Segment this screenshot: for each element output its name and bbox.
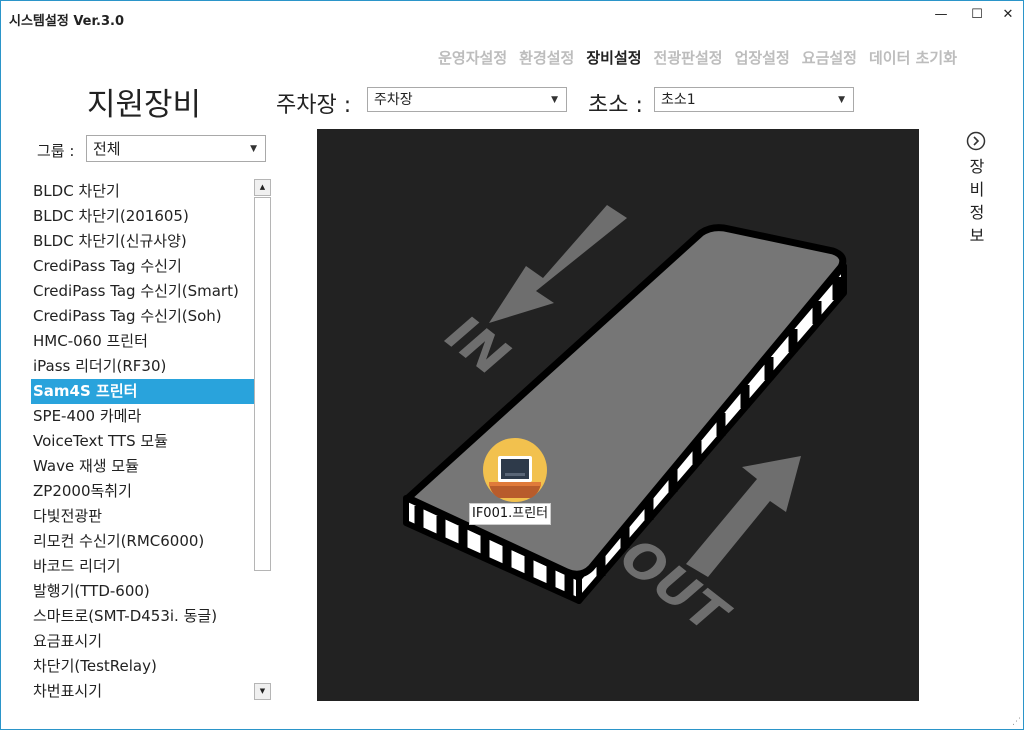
device-list-item[interactable]: BLDC 차단기(201605)	[31, 204, 254, 229]
page-title: 지원장비	[87, 87, 202, 123]
device-list-item[interactable]: ZP2000독취기	[31, 479, 254, 504]
menu-device-settings[interactable]: 장비설정	[586, 47, 641, 68]
app-window: 시스템설정 Ver.3.0 — ☐ ✕ 운영자설정 환경설정 장비설정 전광판설…	[0, 0, 1024, 730]
booth-select[interactable]: 초소1 ▼	[654, 87, 854, 112]
parking-label: 주차장 :	[276, 93, 352, 118]
scroll-down-button[interactable]: ▼	[254, 683, 271, 700]
out-arrow-icon	[686, 456, 801, 577]
device-info-char: 비	[969, 180, 985, 199]
menu-display-board-settings[interactable]: 전광판설정	[654, 47, 723, 68]
device-list-item[interactable]: 차번표시기	[31, 679, 254, 699]
device-list-item[interactable]: CrediPass Tag 수신기(Soh)	[31, 304, 254, 329]
scroll-up-button[interactable]: ▲	[254, 179, 271, 196]
booth-label: 초소 :	[588, 93, 643, 118]
printer-device[interactable]	[483, 438, 547, 502]
device-list: BLDC 차단기 BLDC 차단기(201605) BLDC 차단기(신규사양) Cr…	[31, 179, 254, 699]
device-info-char: 정	[969, 203, 985, 222]
device-list-item[interactable]: 바코드 리더기	[31, 554, 254, 579]
menu-data-reset[interactable]: 데이터 초기화	[869, 47, 957, 68]
window-title: 시스템설정 Ver.3.0	[9, 14, 125, 29]
device-layout-canvas: IN OUT IF001.프린터	[317, 129, 919, 701]
device-info-char: 보	[969, 226, 985, 245]
group-select-value: 전체	[93, 140, 121, 158]
close-button[interactable]: ✕	[993, 5, 1023, 25]
device-list-item[interactable]: VoiceText TTS 모듈	[31, 429, 254, 454]
maximize-button[interactable]: ☐	[962, 5, 992, 25]
dropdown-arrow-icon: ▼	[838, 95, 845, 105]
device-list-item[interactable]: Sam4S 프린터	[31, 379, 254, 404]
parking-select[interactable]: 주차장 ▼	[367, 87, 567, 112]
settings-menu: 운영자설정 환경설정 장비설정 전광판설정 업장설정 요금설정 데이터 초기화	[438, 47, 957, 68]
dropdown-arrow-icon: ▼	[551, 95, 558, 105]
parking-lane-drawing: IN OUT	[403, 205, 847, 647]
device-list-item[interactable]: 차단기(TestRelay)	[31, 654, 254, 679]
dropdown-arrow-icon: ▼	[250, 144, 257, 154]
menu-environment-settings[interactable]: 환경설정	[519, 47, 574, 68]
device-info-toggle[interactable]	[966, 131, 986, 151]
device-list-item[interactable]: 발행기(TTD-600)	[31, 579, 254, 604]
menu-business-settings[interactable]: 업장설정	[735, 47, 790, 68]
minimize-button[interactable]: —	[926, 5, 956, 25]
device-list-item[interactable]: BLDC 차단기	[31, 179, 254, 204]
booth-select-value: 초소1	[661, 92, 696, 108]
device-list-item[interactable]: 리모컨 수신기(RMC6000)	[31, 529, 254, 554]
device-list-item[interactable]: 요금표시기	[31, 629, 254, 654]
printer-device-label: IF001.프린터	[469, 503, 552, 525]
chevron-right-circle-icon	[966, 131, 986, 151]
device-info-char: 장	[969, 157, 985, 176]
device-list-scrollbar[interactable]: ▲ ▼	[254, 179, 271, 700]
device-list-item[interactable]: CrediPass Tag 수신기	[31, 254, 254, 279]
device-list-item[interactable]: Wave 재생 모듈	[31, 454, 254, 479]
device-list-item[interactable]: 스마트로(SMT-D453i. 동글)	[31, 604, 254, 629]
printer-icon	[483, 438, 547, 502]
menu-operator-settings[interactable]: 운영자설정	[438, 47, 507, 68]
device-list-item[interactable]: iPass 리더기(RF30)	[31, 354, 254, 379]
device-list-item[interactable]: SPE-400 카메라	[31, 404, 254, 429]
group-select[interactable]: 전체 ▼	[86, 135, 266, 162]
group-label: 그룹 :	[37, 142, 75, 160]
menu-fee-settings[interactable]: 요금설정	[802, 47, 857, 68]
parking-select-value: 주차장	[374, 92, 413, 108]
device-list-item[interactable]: BLDC 차단기(신규사양)	[31, 229, 254, 254]
device-info-label[interactable]: 장 비 정 보	[968, 155, 986, 247]
scroll-thumb[interactable]	[254, 197, 271, 571]
device-list-item[interactable]: CrediPass Tag 수신기(Smart)	[31, 279, 254, 304]
device-list-item[interactable]: 다빛전광판	[31, 504, 254, 529]
device-list-item[interactable]: HMC-060 프린터	[31, 329, 254, 354]
resize-grip-icon[interactable]: ⋰	[1012, 717, 1021, 727]
in-arrow-icon	[489, 205, 627, 323]
